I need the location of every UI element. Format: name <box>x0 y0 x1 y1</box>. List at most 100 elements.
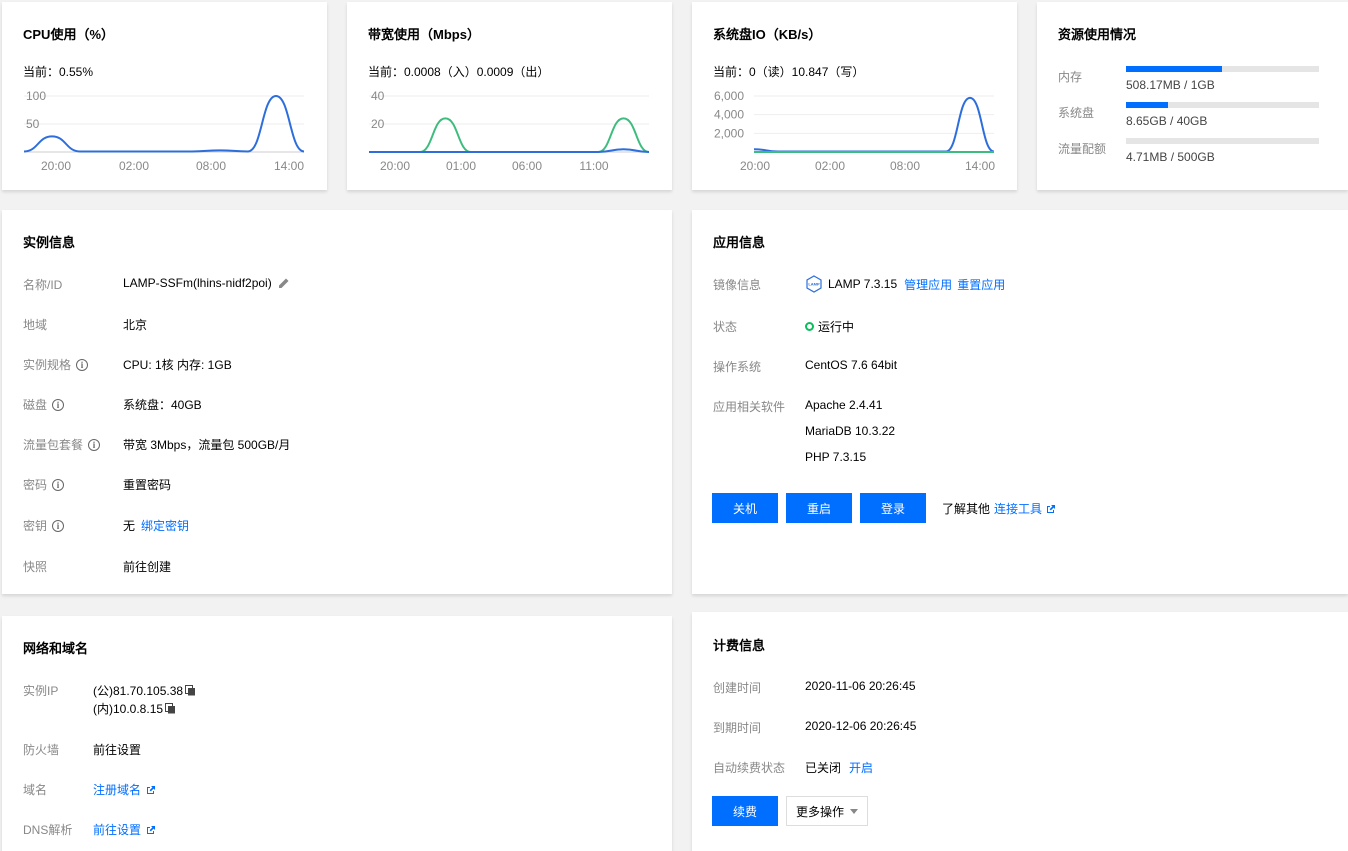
restart-button[interactable]: 重启 <box>786 493 852 523</box>
manage-app-link[interactable]: 管理应用 <box>904 276 952 293</box>
reset-password-link[interactable]: 重置密码 <box>123 476 171 493</box>
enable-autorenew-link[interactable]: 开启 <box>849 759 873 776</box>
x-tick-label: 01:00 <box>446 159 476 173</box>
image-value: LAMP 7.3.15 <box>828 277 898 291</box>
instance-name: LAMP-SSFm(lhins-nidf2poi) <box>123 276 272 290</box>
cpu-current: 当前：0.55% <box>23 65 94 79</box>
dns-settings-link[interactable]: 前往设置 <box>93 821 141 838</box>
learn-more-text: 了解其他 <box>942 502 991 516</box>
info-icon[interactable]: i <box>88 438 101 451</box>
resources-card: 资源使用情况 内存 508.17MB / 1GB 系统盘 8.65GB / 40… <box>1037 2 1348 190</box>
create-snapshot-link[interactable]: 前往创建 <box>123 558 171 575</box>
private-ip: (内)10.0.8.15 <box>93 702 164 716</box>
snapshot-label: 快照 <box>23 560 48 574</box>
password-label: 密码 <box>23 478 48 492</box>
created-value: 2020-11-06 20:26:45 <box>805 679 916 693</box>
x-tick-label: 08:00 <box>196 159 226 173</box>
disk-io-title: 系统盘IO（KB/s） <box>713 27 822 42</box>
traffic-value: 带宽 3Mbps，流量包 500GB/月 <box>123 438 291 452</box>
firewall-settings-link[interactable]: 前往设置 <box>93 741 141 758</box>
os-value: CentOS 7.6 64bit <box>805 358 898 372</box>
y-tick-label: 50 <box>26 117 40 131</box>
key-value: 无 <box>123 519 136 533</box>
x-tick-label: 11:00 <box>579 159 608 173</box>
info-icon[interactable]: i <box>52 398 65 411</box>
reset-app-link[interactable]: 重置应用 <box>957 276 1005 293</box>
series-line <box>753 96 995 153</box>
bandwidth-title: 带宽使用（Mbps） <box>368 27 480 42</box>
copy-icon[interactable] <box>165 703 176 714</box>
x-tick-label: 08:00 <box>890 159 920 173</box>
resource-value: 508.17MB / 1GB <box>1126 78 1215 92</box>
x-tick-label: 20:00 <box>740 159 770 173</box>
external-link-icon[interactable] <box>146 785 156 795</box>
app-card: 应用信息 镜像信息 LAMP LAMP 7.3.15 管理应用 重置应用 状态 … <box>692 210 1348 594</box>
resource-value: 4.71MB / 500GB <box>1126 150 1215 164</box>
disk-label: 磁盘 <box>23 398 48 412</box>
spec-label: 实例规格 <box>23 358 72 372</box>
info-icon[interactable]: i <box>76 358 89 371</box>
edit-icon[interactable] <box>278 277 290 289</box>
y-tick-label: 20 <box>371 117 385 131</box>
resource-bar <box>1126 102 1319 108</box>
x-tick-label: 14:00 <box>274 159 304 173</box>
login-button[interactable]: 登录 <box>860 493 926 523</box>
public-ip: (公)81.70.105.38 <box>93 684 184 698</box>
billing-title: 计费信息 <box>713 638 766 653</box>
connect-tools-link[interactable]: 连接工具 <box>994 500 1042 517</box>
series-line <box>369 117 650 153</box>
ip-label: 实例IP <box>23 684 59 698</box>
network-card: 网络和域名 实例IP (公)81.70.105.38 (内)10.0.8.15 … <box>2 616 672 851</box>
disk-value: 系统盘：40GB <box>123 398 202 412</box>
shutdown-button[interactable]: 关机 <box>712 493 778 523</box>
instance-card: 实例信息 名称/ID LAMP-SSFm(lhins-nidf2poi) 地域 … <box>2 210 672 594</box>
instance-title: 实例信息 <box>23 235 76 250</box>
y-tick-label: 2,000 <box>714 126 744 140</box>
bandwidth-chart: 40 20 20:00 01:00 06:00 11:00 <box>369 90 650 173</box>
traffic-label: 流量包套餐 <box>23 438 84 452</box>
more-actions-dropdown[interactable]: 更多操作 <box>786 796 868 826</box>
register-domain-link[interactable]: 注册域名 <box>93 781 141 798</box>
info-icon[interactable]: i <box>52 478 65 491</box>
external-link-icon[interactable] <box>1046 504 1056 514</box>
name-label: 名称/ID <box>23 278 63 292</box>
resource-bar-fill <box>1126 66 1222 72</box>
bind-key-link[interactable]: 绑定密钥 <box>141 517 189 534</box>
disk-io-card: 系统盘IO（KB/s） 当前：0（读）10.847（写） 6,000 4,000 2… <box>692 2 1017 190</box>
resource-disk: 系统盘 8.65GB / 40GB <box>1058 102 1333 132</box>
copy-icon[interactable] <box>185 685 196 696</box>
status-label: 状态 <box>713 320 738 334</box>
expire-label: 到期时间 <box>713 721 762 735</box>
x-tick-label: 20:00 <box>41 159 71 173</box>
resource-label: 系统盘 <box>1058 106 1095 120</box>
resource-value: 8.65GB / 40GB <box>1126 114 1208 128</box>
created-label: 创建时间 <box>713 681 762 695</box>
external-link-icon[interactable] <box>146 825 156 835</box>
x-tick-label: 02:00 <box>119 159 149 173</box>
info-icon[interactable]: i <box>52 519 65 532</box>
cpu-chart: 100 50 20:00 02:00 08:00 14:00 <box>23 90 304 173</box>
domain-label: 域名 <box>23 783 48 797</box>
resource-label: 流量配额 <box>1058 142 1107 156</box>
firewall-label: 防火墙 <box>23 743 60 757</box>
cpu-card: CPU使用（%） 当前：0.55% 100 50 20:00 02:00 08:00 14… <box>2 2 327 190</box>
region-label: 地域 <box>23 318 48 332</box>
cpu-title: CPU使用（%） <box>23 27 115 42</box>
status-running-icon <box>805 322 814 331</box>
software-label: 应用相关软件 <box>713 400 786 414</box>
lamp-logo-icon: LAMP <box>806 275 822 293</box>
billing-card: 计费信息 创建时间 2020-11-06 20:26:45 到期时间 2020-… <box>692 612 1348 851</box>
key-label: 密钥 <box>23 519 48 533</box>
app-title: 应用信息 <box>713 235 766 250</box>
x-tick-label: 02:00 <box>815 159 845 173</box>
renew-button[interactable]: 续费 <box>712 796 778 826</box>
x-tick-label: 20:00 <box>380 159 410 173</box>
bandwidth-current: 当前：0.0008（入）0.0009（出） <box>368 65 550 79</box>
image-label: 镜像信息 <box>713 278 762 292</box>
dns-label: DNS解析 <box>23 823 73 837</box>
series-line <box>369 148 650 153</box>
status-value: 运行中 <box>818 320 855 334</box>
y-tick-label: 40 <box>371 90 385 103</box>
autorenew-value: 已关闭 <box>805 761 842 775</box>
software-item: PHP 7.3.15 <box>805 450 867 464</box>
